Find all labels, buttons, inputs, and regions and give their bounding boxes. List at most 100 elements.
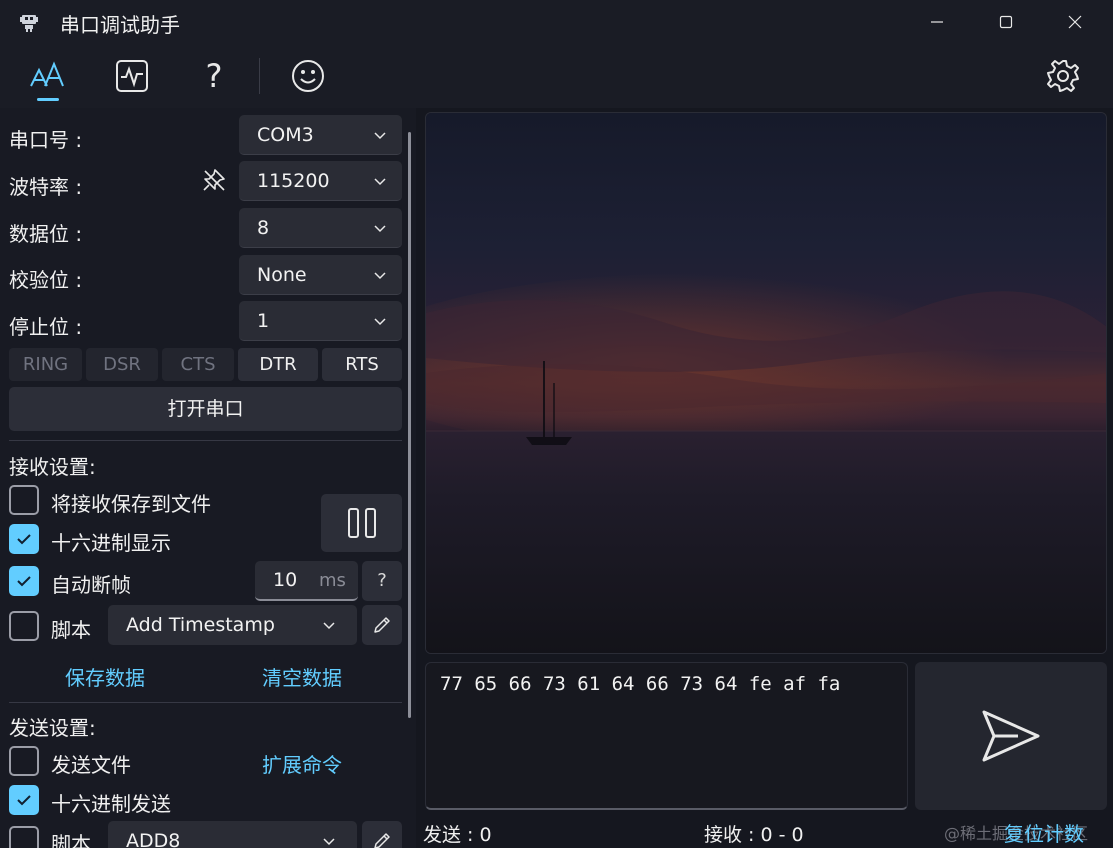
help-icon: ?: [205, 57, 223, 95]
robot-app-icon: [20, 15, 38, 32]
minimize-icon: [931, 21, 943, 23]
frame-timeout-input[interactable]: 10 ms: [255, 561, 358, 601]
stopbits-select[interactable]: 1: [239, 301, 402, 341]
help-button[interactable]: ?: [187, 50, 241, 102]
send-button[interactable]: [915, 662, 1107, 810]
send-input[interactable]: 77 65 66 73 61 64 66 73 64 fe af fa: [425, 662, 908, 810]
chevron-down-icon: [374, 132, 386, 140]
frame-timeout-value: 10: [273, 569, 298, 591]
port-select[interactable]: COM3: [239, 115, 402, 155]
minimize-button[interactable]: [903, 0, 971, 44]
hex-send-label: 十六进制发送: [51, 792, 171, 816]
extend-command-link[interactable]: 扩展命令: [262, 749, 342, 778]
edit-send-script-button[interactable]: [362, 821, 402, 848]
receive-script-value: Add Timestamp: [126, 614, 275, 636]
chevron-down-icon: [374, 225, 386, 233]
checkmark-icon: [17, 795, 31, 806]
rts-toggle[interactable]: RTS: [322, 348, 402, 381]
open-port-button[interactable]: 打开串口: [9, 387, 402, 431]
window-title: 串口调试助手: [60, 13, 180, 37]
auto-frame-label: 自动断帧: [51, 573, 131, 597]
send-script-select[interactable]: ADD8: [108, 821, 357, 848]
dtr-toggle[interactable]: DTR: [238, 348, 318, 381]
databits-select[interactable]: 8: [239, 208, 402, 248]
smiley-button[interactable]: [281, 50, 335, 102]
divider: [9, 702, 402, 703]
save-to-file-label: 将接收保存到文件: [51, 492, 211, 516]
settings-button[interactable]: [1036, 50, 1090, 102]
toolbar: ?: [0, 44, 1113, 108]
waveform-icon: [116, 60, 148, 92]
ring-indicator: RING: [9, 348, 82, 381]
received-count: 接收 : 0 - 0: [704, 824, 804, 846]
port-value: COM3: [257, 124, 314, 146]
smiley-icon: [292, 60, 324, 92]
pin-button[interactable]: [198, 164, 230, 196]
send-settings-title: 发送设置:: [9, 716, 96, 740]
parity-label: 校验位 :: [9, 268, 83, 292]
checkmark-icon: [17, 576, 31, 587]
receive-script-label: 脚本: [51, 618, 91, 642]
send-icon: [982, 710, 1040, 762]
parity-value: None: [257, 264, 307, 286]
receive-script-select[interactable]: Add Timestamp: [108, 605, 357, 645]
parity-select[interactable]: None: [239, 255, 402, 295]
pause-icon: [347, 508, 376, 538]
receive-settings-title: 接收设置:: [9, 455, 96, 479]
clear-data-link[interactable]: 清空数据: [262, 662, 342, 691]
close-icon: [1068, 15, 1082, 29]
reset-count-link[interactable]: 复位计数: [1004, 818, 1084, 847]
stopbits-value: 1: [257, 310, 270, 332]
title-bar: 串口调试助手: [0, 0, 1113, 44]
maximize-icon: [999, 15, 1013, 29]
checkmark-icon: [17, 534, 31, 545]
auto-frame-checkbox[interactable]: [9, 566, 39, 596]
save-to-file-checkbox[interactable]: [9, 485, 39, 515]
send-script-label: 脚本: [51, 832, 91, 848]
receive-script-checkbox[interactable]: [9, 611, 39, 641]
pause-button[interactable]: [321, 494, 402, 552]
baud-label: 波特率 :: [9, 175, 83, 199]
chevron-down-icon: [374, 178, 386, 186]
databits-value: 8: [257, 217, 270, 239]
chevron-down-icon: [323, 838, 335, 846]
dsr-indicator: DSR: [86, 348, 158, 381]
save-data-link[interactable]: 保存数据: [65, 662, 145, 691]
baud-value: 115200: [257, 170, 330, 192]
font-size-button[interactable]: [21, 50, 75, 102]
edit-receive-script-button[interactable]: [362, 605, 402, 645]
databits-label: 数据位 :: [9, 222, 83, 246]
pen-icon: [374, 833, 390, 848]
hex-display-label: 十六进制显示: [51, 531, 171, 555]
chevron-down-icon: [323, 622, 335, 630]
sent-count: 发送 : 0: [423, 824, 492, 846]
hex-send-checkbox[interactable]: [9, 785, 39, 815]
toolbar-separator: [259, 58, 260, 94]
chevron-down-icon: [374, 272, 386, 280]
active-tab-indicator: [37, 98, 59, 101]
font-size-icon: [30, 61, 64, 87]
baud-select[interactable]: 115200: [239, 161, 402, 201]
stopbits-label: 停止位 :: [9, 315, 83, 339]
settings-scrollbar[interactable]: [408, 132, 411, 718]
pen-icon: [374, 617, 390, 633]
hex-display-checkbox[interactable]: [9, 524, 39, 554]
waveform-button[interactable]: [105, 50, 159, 102]
gear-icon: [1047, 60, 1079, 92]
send-file-checkbox[interactable]: [9, 746, 39, 776]
divider: [9, 440, 402, 441]
pin-icon: [203, 169, 225, 191]
frame-help-button[interactable]: ?: [362, 561, 402, 601]
frame-timeout-unit: ms: [319, 570, 346, 591]
port-label: 串口号 :: [9, 128, 83, 152]
chevron-down-icon: [374, 318, 386, 326]
send-script-value: ADD8: [126, 830, 181, 848]
cts-indicator: CTS: [162, 348, 234, 381]
close-button[interactable]: [1041, 0, 1109, 44]
send-file-label: 发送文件: [51, 753, 131, 777]
sunset-background-image: [426, 113, 1106, 653]
app-window: 串口调试助手 ? 串口号: COM3 波特率: 115200 数据位: 8…: [0, 0, 1113, 848]
receive-display[interactable]: [425, 112, 1107, 654]
maximize-button[interactable]: [972, 0, 1040, 44]
send-script-checkbox[interactable]: [9, 826, 39, 848]
